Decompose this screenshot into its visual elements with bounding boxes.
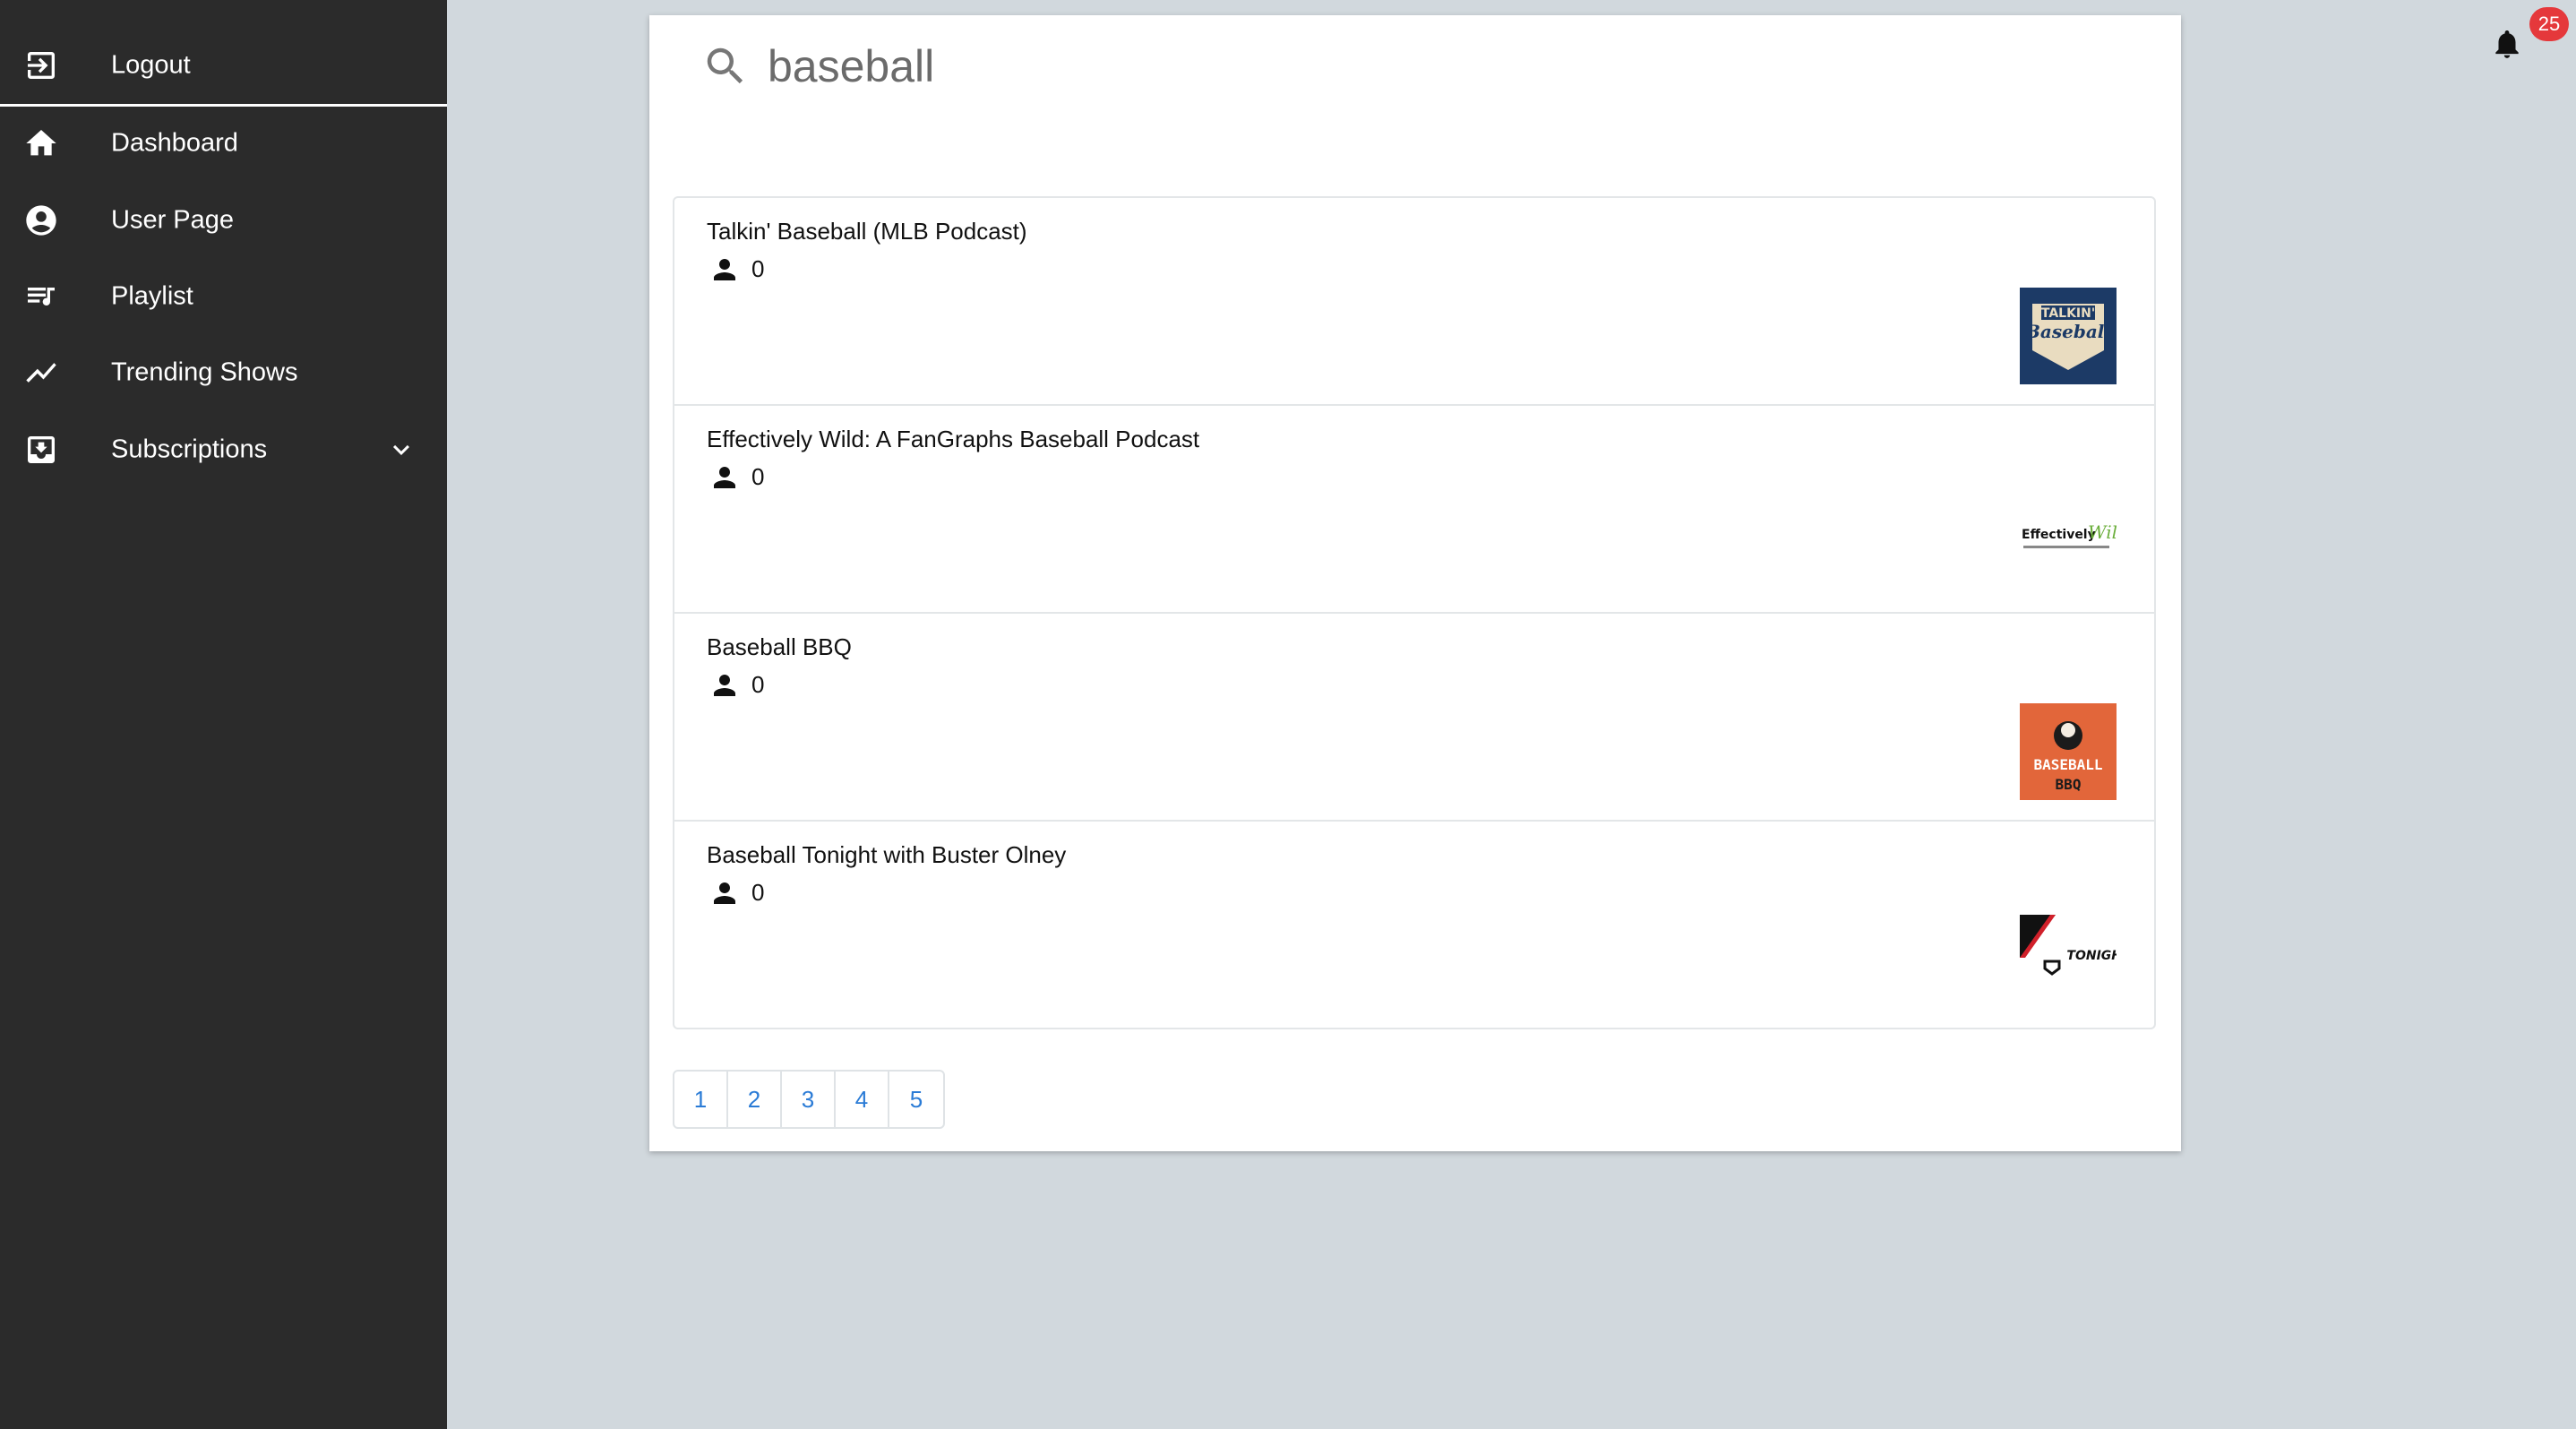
page-button-3[interactable]: 3 [782,1072,836,1127]
home-icon [23,125,59,161]
sidebar-item-dashboard[interactable]: Dashboard [0,105,447,182]
bell-icon[interactable] [2490,25,2524,63]
page-button-5[interactable]: 5 [889,1072,943,1127]
sidebar-item-label: Playlist [111,281,193,311]
podcast-title: Effectively Wild: A FanGraphs Baseball P… [707,426,1200,452]
chevron-down-icon[interactable] [385,434,417,466]
list-item[interactable]: Effectively Wild: A FanGraphs Baseball P… [674,406,2154,614]
account-circle-icon [23,202,59,238]
list-item[interactable]: Baseball BBQ 0 BASEBALL BBQ [674,614,2154,822]
results-list: Talkin' Baseball (MLB Podcast) 0 TALKIN'… [673,196,2156,1029]
sidebar-item-subscriptions[interactable]: Subscriptions [0,411,447,488]
svg-text:Effectively: Effectively [2022,528,2096,542]
notification-badge: 25 [2529,7,2569,41]
svg-text:Baseball: Baseball [2024,321,2111,342]
podcast-thumbnail: TALKIN' Baseball [2020,288,2117,384]
svg-text:TONIGHT: TONIGHT [2066,949,2117,963]
person-icon [708,877,741,909]
logout-icon [23,47,59,83]
podcast-thumbnail: BASEBALL BBQ [2020,703,2117,800]
sidebar-item-logout[interactable]: Logout [0,27,447,104]
subscriber-count: 0 [751,879,765,906]
svg-text:BBQ: BBQ [2056,776,2082,793]
podcast-title: Baseball Tonight with Buster Olney [707,841,1067,868]
podcast-title: Talkin' Baseball (MLB Podcast) [707,218,1027,245]
subscriber-count: 0 [751,463,765,490]
svg-text:Wild: Wild [2088,521,2117,543]
sidebar-item-label: User Page [111,205,235,235]
trending-icon [23,355,59,391]
person-icon [708,461,741,494]
page-button-4[interactable]: 4 [836,1072,889,1127]
list-item[interactable]: Talkin' Baseball (MLB Podcast) 0 TALKIN'… [674,198,2154,406]
subscriber-count: 0 [751,255,765,282]
pagination: 1 2 3 4 5 [673,1070,945,1129]
svg-text:BASEBALL: BASEBALL [2033,756,2102,773]
page-button-1[interactable]: 1 [674,1072,728,1127]
search-input[interactable] [768,35,1663,98]
sidebar-item-label: Dashboard [111,128,238,158]
podcast-title: Baseball BBQ [707,633,852,660]
sidebar-item-label: Trending Shows [111,357,298,387]
sidebar-item-trending-shows[interactable]: Trending Shows [0,334,447,411]
subscriptions-icon [23,432,59,468]
sidebar-item-user-page[interactable]: User Page [0,182,447,259]
podcast-thumbnail: TONIGHT [2020,911,2117,1008]
podcast-thumbnail: Effectively Wild [2020,495,2117,592]
svg-text:TALKIN': TALKIN' [2041,306,2095,321]
subscriber-count: 0 [751,671,765,698]
sidebar-item-playlist[interactable]: Playlist [0,258,447,335]
list-item[interactable]: Baseball Tonight with Buster Olney 0 TON… [674,822,2154,1029]
person-icon [708,669,741,702]
search-icon [701,42,750,90]
sidebar-item-label: Subscriptions [111,435,268,464]
sidebar: Logout Dashboard User Page Playlist Tren… [0,0,447,1429]
search-panel: Talkin' Baseball (MLB Podcast) 0 TALKIN'… [649,15,2181,1151]
sidebar-item-label: Logout [111,50,191,80]
person-icon [708,254,741,286]
page-button-2[interactable]: 2 [728,1072,782,1127]
playlist-icon [23,279,59,314]
